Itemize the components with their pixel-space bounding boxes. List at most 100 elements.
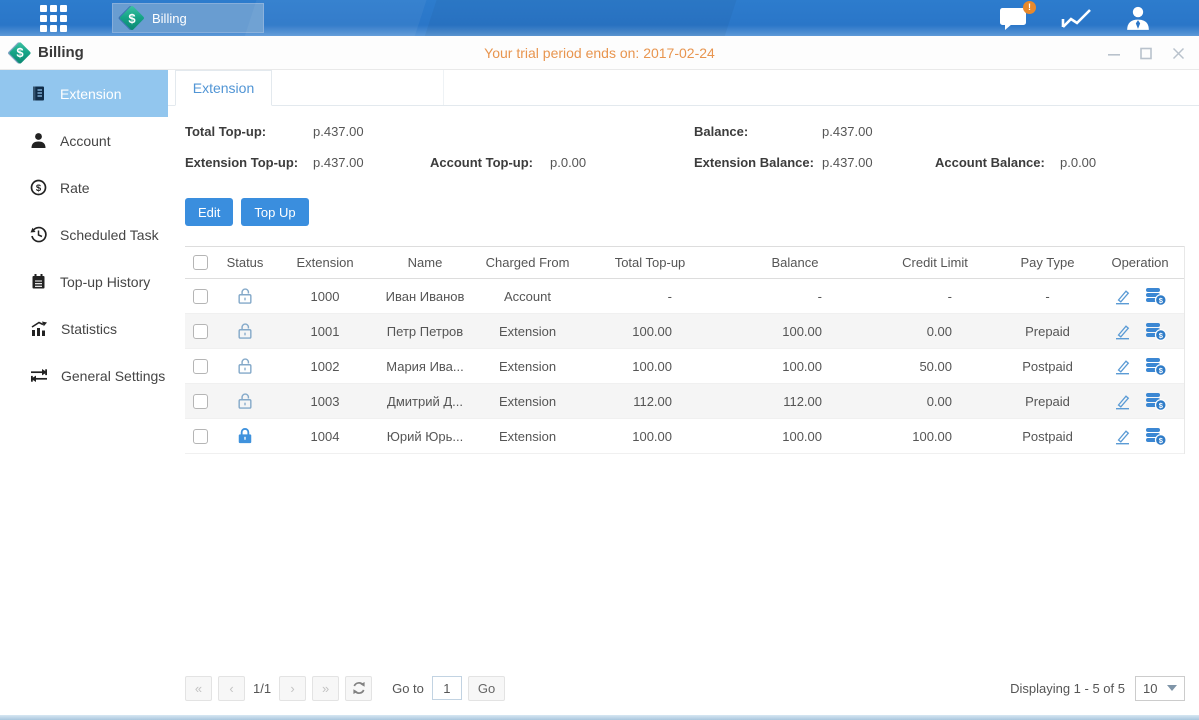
col-status: Status: [215, 255, 275, 270]
balance-label: Balance:: [694, 124, 748, 139]
messages-button[interactable]: !: [999, 6, 1029, 31]
row-checkbox[interactable]: [193, 359, 208, 374]
app-grid-button[interactable]: [34, 4, 72, 32]
top-up-row-button[interactable]: $: [1145, 392, 1167, 411]
cell-charged-from: Extension: [475, 359, 580, 374]
billing-diamond-icon: $: [121, 7, 143, 29]
sidebar-item-scheduled-task[interactable]: Scheduled Task: [0, 211, 168, 258]
page-indicator: 1/1: [253, 681, 271, 696]
edit-row-button[interactable]: [1114, 393, 1131, 410]
table-header-row: Status Extension Name Charged From Total…: [185, 246, 1184, 279]
svg-text:$: $: [36, 183, 42, 194]
status-toggle[interactable]: [215, 356, 275, 376]
user-menu-button[interactable]: [1125, 5, 1151, 31]
go-button[interactable]: Go: [468, 676, 505, 701]
edit-row-button[interactable]: [1114, 428, 1131, 445]
cell-name: Юрий Юрь...: [375, 429, 475, 444]
top-up-button[interactable]: Top Up: [241, 198, 308, 226]
top-up-row-button[interactable]: $: [1145, 287, 1167, 306]
close-button[interactable]: [1171, 46, 1185, 60]
cell-pay-type: -: [1000, 289, 1095, 304]
table-row[interactable]: 1000Иван ИвановAccount----$: [185, 279, 1184, 314]
top-up-icon: $: [1145, 322, 1167, 341]
edit-row-button[interactable]: [1114, 323, 1131, 340]
table-row[interactable]: 1002Мария Ива...Extension100.00100.0050.…: [185, 349, 1184, 384]
page-size-select[interactable]: 10: [1135, 676, 1185, 701]
cell-charged-from: Extension: [475, 324, 580, 339]
row-checkbox[interactable]: [193, 324, 208, 339]
sidebar-item-extension[interactable]: Extension: [0, 70, 168, 117]
window-bottom-edge: [0, 715, 1199, 720]
bar-chart-icon: [30, 320, 48, 337]
row-checkbox[interactable]: [193, 429, 208, 444]
col-charged-from: Charged From: [475, 255, 580, 270]
row-checkbox[interactable]: [193, 394, 208, 409]
cell-name: Дмитрий Д...: [375, 394, 475, 409]
edit-button[interactable]: Edit: [185, 198, 233, 226]
sidebar-item-general-settings[interactable]: General Settings: [0, 352, 168, 399]
cell-charged-from: Extension: [475, 394, 580, 409]
taskbar-tab-billing[interactable]: $ Billing: [112, 3, 264, 33]
prev-page-button[interactable]: ‹: [218, 676, 245, 701]
table-row[interactable]: 1004Юрий Юрь...Extension100.00100.00100.…: [185, 419, 1184, 454]
col-balance: Balance: [720, 255, 870, 270]
line-chart-icon: [1061, 6, 1093, 31]
table-row[interactable]: 1003Дмитрий Д...Extension112.00112.000.0…: [185, 384, 1184, 419]
status-toggle[interactable]: [215, 321, 275, 341]
top-up-icon: $: [1145, 287, 1167, 306]
taskbar: $ Billing !: [0, 0, 1199, 36]
sidebar-item-account[interactable]: Account: [0, 117, 168, 164]
arrows-icon: [30, 367, 48, 384]
top-up-row-button[interactable]: $: [1145, 322, 1167, 341]
sidebar-item-topup-history[interactable]: Top-up History: [0, 258, 168, 305]
user-icon: [1125, 5, 1151, 31]
tab-strip: Extension: [168, 70, 1199, 106]
cell-total-topup: -: [580, 289, 720, 304]
refresh-button[interactable]: [345, 676, 372, 701]
total-topup-label: Total Top-up:: [185, 124, 266, 139]
edit-row-button[interactable]: [1114, 288, 1131, 305]
top-up-row-button[interactable]: $: [1145, 427, 1167, 446]
status-toggle[interactable]: [215, 391, 275, 411]
table-row[interactable]: 1001Петр ПетровExtension100.00100.000.00…: [185, 314, 1184, 349]
status-toggle[interactable]: [215, 426, 275, 446]
edit-row-button[interactable]: [1114, 358, 1131, 375]
col-name: Name: [375, 255, 475, 270]
col-credit-limit: Credit Limit: [870, 255, 1000, 270]
cell-extension: 1002: [275, 359, 375, 374]
tab-extension[interactable]: Extension: [175, 70, 272, 106]
top-up-row-button[interactable]: $: [1145, 357, 1167, 376]
row-checkbox[interactable]: [193, 289, 208, 304]
maximize-button[interactable]: [1139, 46, 1153, 60]
page-size-value: 10: [1143, 681, 1157, 696]
unlocked-icon: [235, 356, 255, 376]
account-balance-value: p.0.00: [1060, 155, 1096, 170]
edit-icon: [1114, 323, 1131, 340]
last-page-button[interactable]: »: [312, 676, 339, 701]
cell-credit-limit: 50.00: [870, 359, 1000, 374]
minimize-button[interactable]: [1107, 46, 1121, 60]
sidebar-item-statistics[interactable]: Statistics: [0, 305, 168, 352]
statistics-button[interactable]: [1061, 6, 1093, 31]
dollar-circle-icon: $: [30, 179, 47, 196]
select-all-checkbox[interactable]: [193, 255, 208, 270]
cell-pay-type: Postpaid: [1000, 429, 1095, 444]
next-page-button[interactable]: ›: [279, 676, 306, 701]
top-up-icon: $: [1145, 357, 1167, 376]
person-icon: [30, 132, 47, 149]
sidebar: Extension Account $ Rate Scheduled Task: [0, 70, 168, 715]
unlocked-icon: [235, 286, 255, 306]
window-titlebar: $ Billing Your trial period ends on: 201…: [0, 36, 1199, 70]
cell-charged-from: Extension: [475, 429, 580, 444]
cell-charged-from: Account: [475, 289, 580, 304]
cell-extension: 1000: [275, 289, 375, 304]
goto-page-input[interactable]: [432, 676, 462, 700]
sidebar-item-rate[interactable]: $ Rate: [0, 164, 168, 211]
cell-name: Иван Иванов: [375, 289, 475, 304]
clock-icon: [30, 226, 47, 243]
first-page-button[interactable]: «: [185, 676, 212, 701]
trial-notice: Your trial period ends on: 2017-02-24: [0, 45, 1199, 61]
col-pay-type: Pay Type: [1000, 255, 1095, 270]
status-toggle[interactable]: [215, 286, 275, 306]
balance-value: p.437.00: [822, 124, 873, 139]
